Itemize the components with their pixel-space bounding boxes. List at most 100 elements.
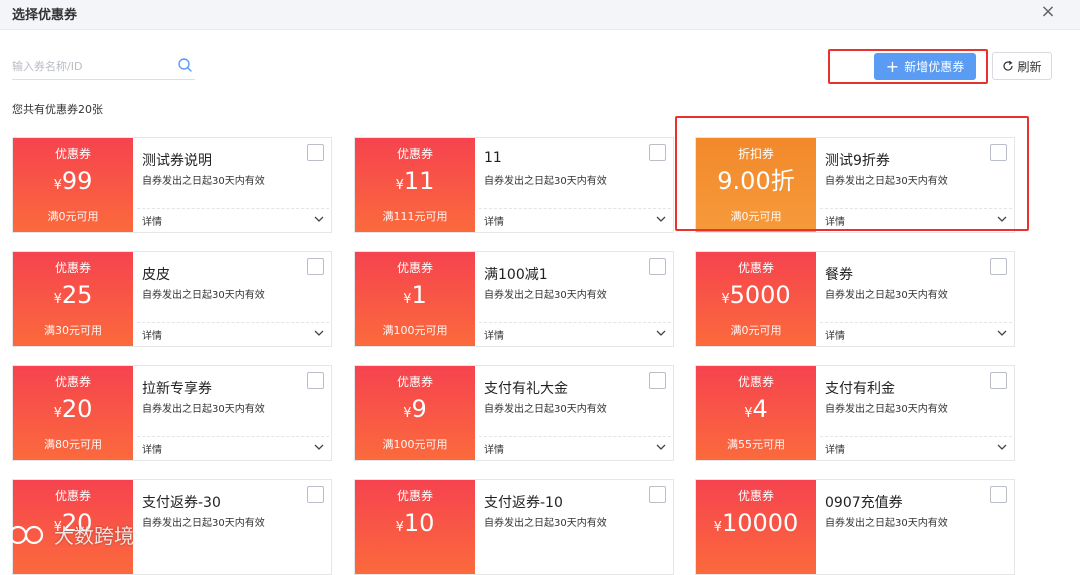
coupon-checkbox[interactable]: [990, 486, 1007, 503]
coupon-value-panel: 优惠券 ¥1 满100元可用: [355, 252, 475, 346]
coupon-amount-value: 5000: [729, 281, 791, 309]
coupon-condition: 满55元可用: [727, 438, 785, 451]
coupon-detail-toggle[interactable]: 详情: [484, 213, 504, 228]
coupon-card[interactable]: 优惠券 ¥99 满0元可用 测试券说明 自券发出之日起30天内有效 详情: [12, 137, 332, 233]
coupon-validity: 自券发出之日起30天内有效: [484, 290, 607, 301]
card-divider: [820, 436, 1012, 437]
coupon-type: 优惠券: [737, 489, 774, 503]
coupon-card[interactable]: 优惠券 ¥9 满100元可用 支付有礼大金 自券发出之日起30天内有效 详情: [354, 365, 674, 461]
coupon-amount-value: 1: [411, 281, 427, 309]
coupon-detail-toggle[interactable]: 详情: [142, 213, 162, 228]
currency-symbol: ¥: [744, 406, 753, 421]
coupon-name: 满100减1: [484, 267, 548, 283]
coupon-amount: ¥11: [355, 166, 475, 201]
currency-symbol: ¥: [53, 406, 62, 421]
currency-symbol: ¥: [713, 520, 722, 535]
add-coupon-button[interactable]: + 新增优惠券: [874, 53, 976, 80]
coupon-name: 支付有礼大金: [484, 381, 568, 397]
coupon-amount-value: 20: [61, 395, 93, 423]
coupon-validity: 自券发出之日起30天内有效: [825, 518, 948, 529]
coupon-card[interactable]: 优惠券 ¥5000 满0元可用 餐券 自券发出之日起30天内有效 详情: [695, 251, 1015, 347]
coupon-name: 拉新专享券: [142, 381, 212, 397]
coupon-checkbox[interactable]: [649, 486, 666, 503]
chevron-down-icon[interactable]: [313, 327, 325, 339]
plus-icon: +: [885, 56, 900, 76]
coupon-detail-toggle[interactable]: 详情: [142, 327, 162, 342]
coupon-card[interactable]: 优惠券 ¥10 支付返券-10 自券发出之日起30天内有效: [354, 479, 674, 575]
search-icon[interactable]: [177, 57, 193, 73]
coupon-value-panel: 优惠券 ¥11 满111元可用: [355, 138, 475, 232]
coupon-checkbox[interactable]: [649, 372, 666, 389]
coupon-checkbox[interactable]: [990, 372, 1007, 389]
coupon-type: 优惠券: [54, 489, 91, 503]
coupon-card[interactable]: 优惠券 ¥1 满100元可用 满100减1 自券发出之日起30天内有效详情: [354, 251, 674, 347]
coupon-checkbox[interactable]: [307, 486, 324, 503]
coupon-checkbox[interactable]: [990, 258, 1007, 275]
card-divider: [479, 208, 671, 209]
coupon-type: 优惠券: [54, 375, 91, 389]
coupon-count-text: 您共有优惠券20张: [12, 103, 103, 116]
coupon-checkbox[interactable]: [649, 258, 666, 275]
coupon-checkbox[interactable]: [307, 372, 324, 389]
coupon-name: 皮皮: [142, 267, 170, 283]
coupon-name: 餐券: [825, 267, 853, 283]
coupon-detail-toggle[interactable]: 详情: [825, 441, 845, 456]
watermark-text: 大数跨境: [54, 524, 134, 548]
coupon-type: 优惠券: [737, 261, 774, 275]
coupon-name: 测试券说明: [142, 153, 212, 169]
coupon-value-panel: 优惠券 ¥9 满100元可用: [355, 366, 475, 460]
coupon-card[interactable]: 优惠券 ¥20 满80元可用 拉新专享券自券发出之日起30天内有效详情: [12, 365, 332, 461]
watermark: 大数跨境: [8, 520, 134, 549]
coupon-amount-value: 9: [411, 395, 427, 423]
coupon-value-panel: 优惠券 ¥10: [355, 480, 475, 574]
dialog-title: 选择优惠券: [12, 8, 78, 23]
coupon-value-panel: 优惠券 ¥20 满80元可用: [13, 366, 133, 460]
coupon-checkbox[interactable]: [307, 258, 324, 275]
coupon-card[interactable]: 优惠券 ¥11 满111元可用 11 自券发出之日起30天内有效 详情: [354, 137, 674, 233]
refresh-label: 刷新: [1017, 59, 1042, 74]
currency-symbol: ¥: [403, 406, 412, 421]
chevron-down-icon[interactable]: [996, 327, 1008, 339]
coupon-checkbox[interactable]: [307, 144, 324, 161]
coupon-condition: 满100元可用: [382, 438, 448, 451]
coupon-detail-toggle[interactable]: 详情: [484, 441, 504, 456]
coupon-detail-toggle[interactable]: 详情: [142, 441, 162, 456]
coupon-validity: 自券发出之日起30天内有效: [142, 176, 265, 187]
coupon-condition: 满0元可用: [47, 210, 99, 223]
search-input[interactable]: [12, 56, 172, 76]
chevron-down-icon[interactable]: [655, 213, 667, 225]
coupon-card[interactable]: 优惠券 ¥10000 0907充值券 自券发出之日起30天内有效: [695, 479, 1015, 575]
coupon-name: 支付返券-30: [142, 495, 221, 511]
coupon-validity: 自券发出之日起30天内有效: [142, 404, 265, 415]
coupon-condition: 满111元可用: [382, 210, 448, 223]
refresh-icon: [1003, 60, 1014, 71]
chevron-down-icon[interactable]: [655, 327, 667, 339]
coupon-amount: ¥20: [13, 394, 133, 429]
refresh-button[interactable]: 刷新: [992, 52, 1052, 80]
coupon-validity: 自券发出之日起30天内有效: [142, 290, 265, 301]
coupon-amount: ¥5000: [696, 280, 816, 315]
coupon-type: 优惠券: [396, 261, 433, 275]
card-divider: [137, 436, 329, 437]
coupon-condition: 满80元可用: [44, 438, 102, 451]
currency-symbol: ¥: [395, 520, 404, 535]
coupon-amount: ¥4: [696, 394, 816, 429]
coupon-checkbox[interactable]: [649, 144, 666, 161]
close-icon[interactable]: ×: [1040, 2, 1056, 22]
coupon-name: 支付有利金: [825, 381, 895, 397]
coupon-amount-value: 99: [61, 167, 93, 195]
chevron-down-icon[interactable]: [996, 441, 1008, 453]
coupon-card[interactable]: 优惠券 ¥4 满55元可用 支付有利金自券发出之日起30天内有效详情: [695, 365, 1015, 461]
coupon-value-panel: 优惠券 ¥99 满0元可用: [13, 138, 133, 232]
coupon-detail-toggle[interactable]: 详情: [825, 327, 845, 342]
coupon-amount-value: 10: [403, 509, 435, 537]
card-divider: [479, 436, 671, 437]
chevron-down-icon[interactable]: [313, 213, 325, 225]
coupon-detail-toggle[interactable]: 详情: [484, 327, 504, 342]
coupon-type: 优惠券: [737, 375, 774, 389]
chevron-down-icon[interactable]: [655, 441, 667, 453]
coupon-value-panel: 优惠券 ¥10000: [696, 480, 816, 574]
coupon-card[interactable]: 优惠券 ¥25 满30元可用 皮皮 自券发出之日起30天内有效 详情: [12, 251, 332, 347]
chevron-down-icon[interactable]: [313, 441, 325, 453]
coupon-validity: 自券发出之日起30天内有效: [825, 404, 948, 415]
